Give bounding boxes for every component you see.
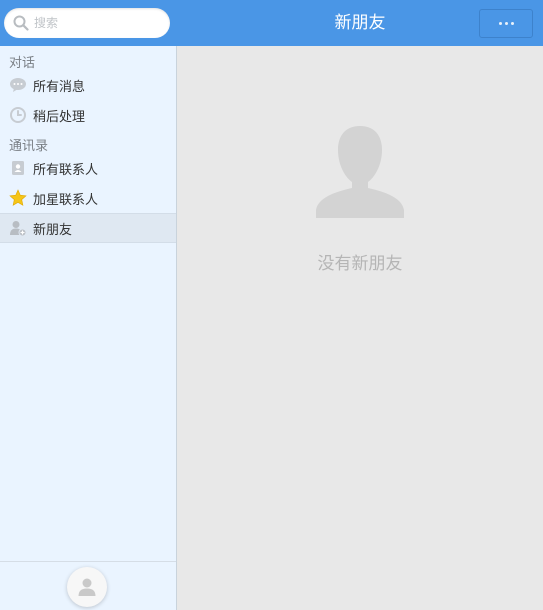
search-input[interactable] <box>34 13 162 33</box>
star-icon <box>9 189 27 207</box>
sidebar-item-new-friends[interactable]: 新朋友 <box>0 213 176 243</box>
empty-state-text: 没有新朋友 <box>317 254 403 274</box>
main-panel: 新朋友 没有新朋友 <box>177 0 543 610</box>
avatar-icon <box>78 578 96 596</box>
sidebar-footer <box>0 561 176 610</box>
sidebar-item-label: 新朋友 <box>33 222 73 238</box>
sidebar-item-starred-contacts[interactable]: 加星联系人 <box>0 183 176 213</box>
sidebar: 对话 所有消息 稍后处理 通讯录 <box>0 0 177 610</box>
clock-icon <box>9 106 27 124</box>
new-friend-icon <box>9 219 27 237</box>
header: 新朋友 <box>177 0 543 46</box>
sidebar-item-later[interactable]: 稍后处理 <box>0 100 176 130</box>
more-dots-icon <box>498 22 502 25</box>
chat-bubble-icon <box>9 76 27 94</box>
search-bar <box>0 0 177 46</box>
sidebar-item-label: 所有联系人 <box>33 162 99 178</box>
more-options-button[interactable] <box>479 9 533 38</box>
sidebar-item-label: 所有消息 <box>33 79 86 95</box>
section-label-conversations: 对话 <box>9 56 36 71</box>
person-silhouette-icon <box>316 126 404 218</box>
sidebar-item-label: 稍后处理 <box>33 109 86 125</box>
contacts-book-icon <box>9 159 27 177</box>
sidebar-item-all-contacts[interactable]: 所有联系人 <box>0 153 176 183</box>
profile-avatar-button[interactable] <box>67 567 107 607</box>
search-icon <box>13 15 29 31</box>
sidebar-item-label: 加星联系人 <box>33 192 99 208</box>
search-box[interactable] <box>4 8 170 38</box>
sidebar-item-all-messages[interactable]: 所有消息 <box>0 70 176 100</box>
section-label-contacts: 通讯录 <box>9 139 49 154</box>
